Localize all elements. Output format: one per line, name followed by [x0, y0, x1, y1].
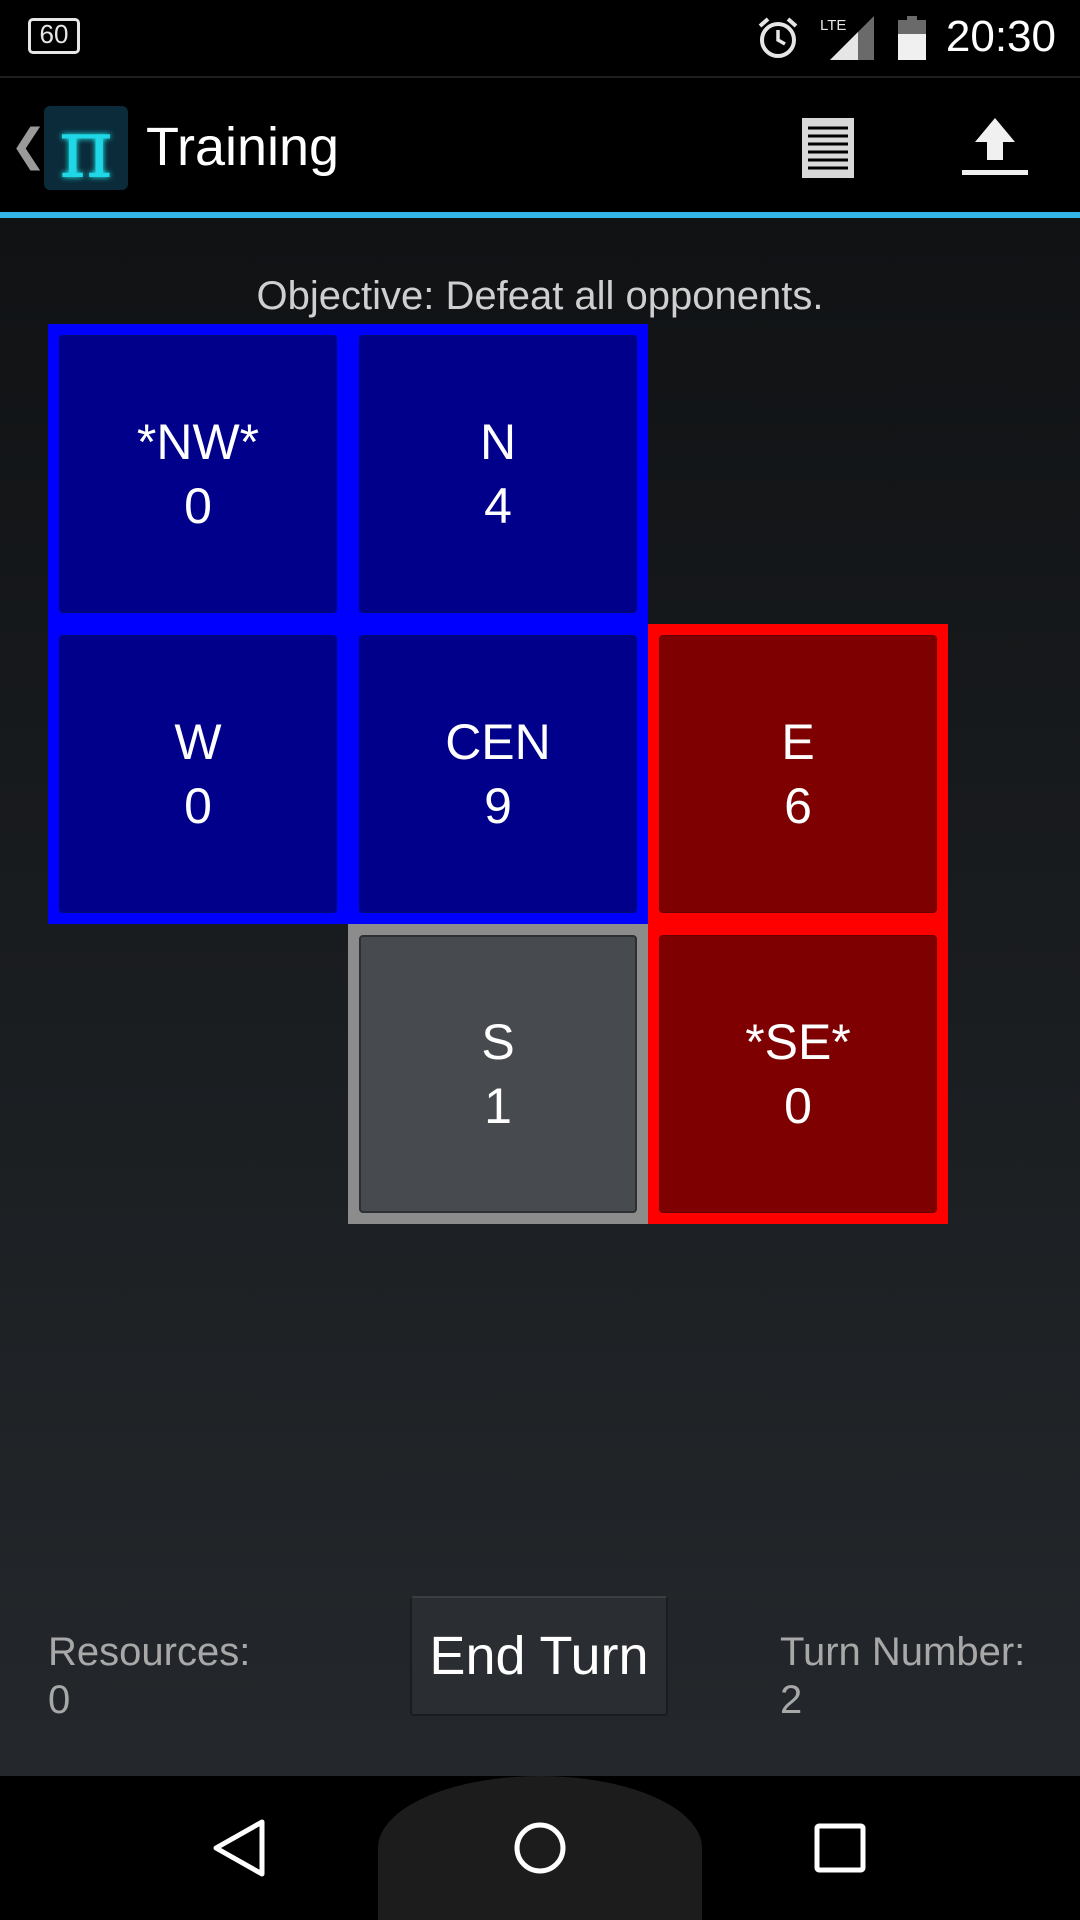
tile-value: 9 [484, 778, 512, 834]
divider [0, 76, 1080, 78]
tile-value: 4 [484, 478, 512, 534]
end-turn-button[interactable]: End Turn [410, 1596, 668, 1716]
tile-value: 0 [184, 778, 212, 834]
tile-s[interactable]: S 1 [348, 924, 648, 1224]
tile-value: 6 [784, 778, 812, 834]
tile-nw[interactable]: *NW* 0 [48, 324, 348, 624]
tile-value: 1 [484, 1078, 512, 1134]
tile-w[interactable]: W 0 [48, 624, 348, 924]
tile-name: *SE* [745, 1014, 851, 1070]
resources-value: 0 [48, 1678, 71, 1722]
notification-badge: 60 [28, 18, 80, 54]
navigation-bar [0, 1776, 1080, 1920]
tile-n[interactable]: N 4 [348, 324, 648, 624]
upload-icon[interactable] [960, 116, 1030, 180]
resources-panel: Resources: 0 [48, 1628, 250, 1724]
tile-name: E [781, 714, 815, 770]
turn-number-value: 2 [780, 1678, 803, 1722]
network-type: LTE [820, 17, 846, 34]
list-icon[interactable] [800, 116, 856, 180]
status-time: 20:30 [945, 12, 1056, 61]
signal-icon: LTE [820, 16, 874, 60]
turn-number-label: Turn Number: [780, 1630, 1026, 1674]
tile-name: W [174, 714, 222, 770]
app-logo[interactable]: π [44, 106, 128, 190]
tile-value: 0 [784, 1078, 812, 1134]
objective-text: Objective: Defeat all opponents. [256, 274, 824, 318]
pi-icon: π [59, 106, 113, 190]
tile-name: N [479, 414, 517, 470]
tile-cen[interactable]: CEN 9 [348, 624, 648, 924]
action-bar: ❮ π Training [0, 76, 1080, 214]
turn-panel: Turn Number: 2 [780, 1628, 1025, 1724]
battery-icon [898, 16, 926, 60]
tile-se[interactable]: *SE* 0 [648, 924, 948, 1224]
tile-e[interactable]: E 6 [648, 624, 948, 924]
recents-icon[interactable] [812, 1818, 868, 1878]
game-area: Objective: Defeat all opponents. *NW* 0 … [0, 218, 1080, 1776]
page-title: Training [146, 117, 340, 177]
tile-name: *NW* [136, 414, 260, 470]
tile-name: CEN [445, 714, 551, 770]
tile-name: S [481, 1014, 515, 1070]
back-icon[interactable] [210, 1816, 270, 1880]
tile-value: 0 [184, 478, 212, 534]
notification-badge-count: 60 [39, 19, 69, 49]
status-bar: 60 LTE 20:30 [0, 0, 1080, 76]
alarm-icon [758, 17, 798, 58]
resources-label: Resources: [48, 1630, 251, 1674]
home-icon[interactable] [510, 1816, 570, 1880]
up-chevron-icon[interactable]: ❮ [10, 120, 47, 171]
